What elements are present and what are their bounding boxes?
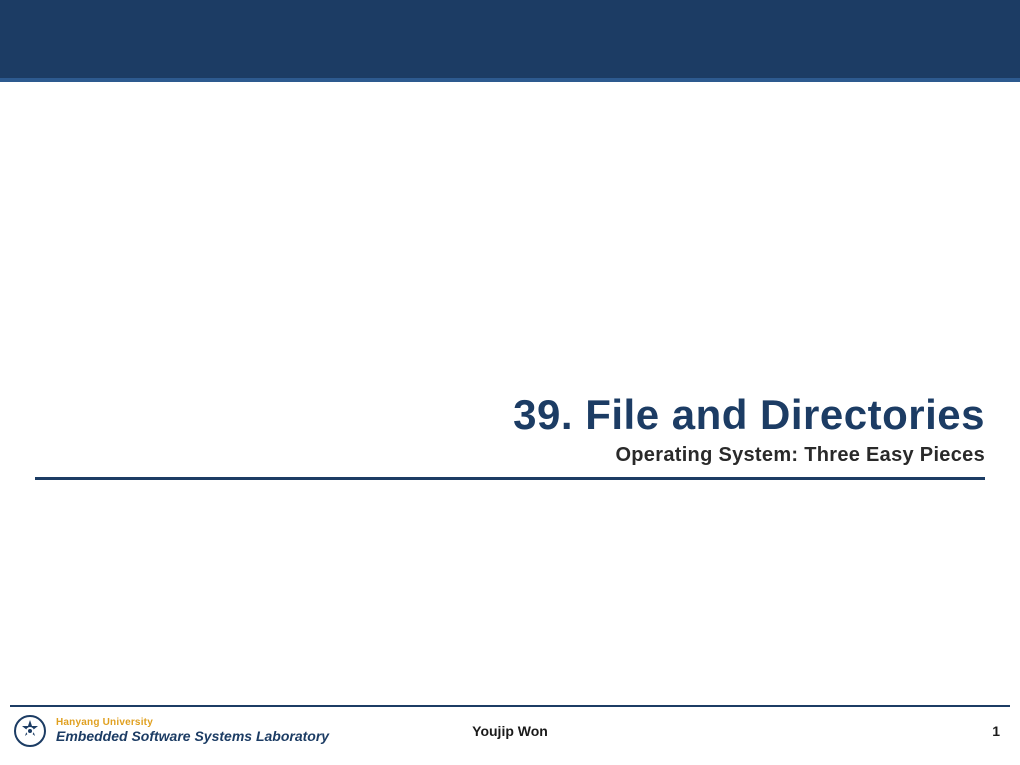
- footer-divider: [10, 705, 1010, 707]
- slide-title: 39. File and Directories: [35, 392, 985, 438]
- slide-subtitle: Operating System: Three Easy Pieces: [35, 444, 985, 467]
- header-banner: [0, 0, 1020, 82]
- title-divider: [35, 477, 985, 480]
- university-logo-icon: [14, 715, 46, 747]
- page-number: 1: [992, 723, 1006, 739]
- footer-left: Hanyang University Embedded Software Sys…: [14, 715, 329, 747]
- slide-content: 39. File and Directories Operating Syste…: [0, 82, 1020, 705]
- title-block: 39. File and Directories Operating Syste…: [35, 392, 985, 480]
- lab-name: Embedded Software Systems Laboratory: [56, 729, 329, 744]
- footer-org-text: Hanyang University Embedded Software Sys…: [56, 718, 329, 743]
- footer-row: Hanyang University Embedded Software Sys…: [0, 711, 1020, 751]
- slide-footer: Hanyang University Embedded Software Sys…: [0, 705, 1020, 765]
